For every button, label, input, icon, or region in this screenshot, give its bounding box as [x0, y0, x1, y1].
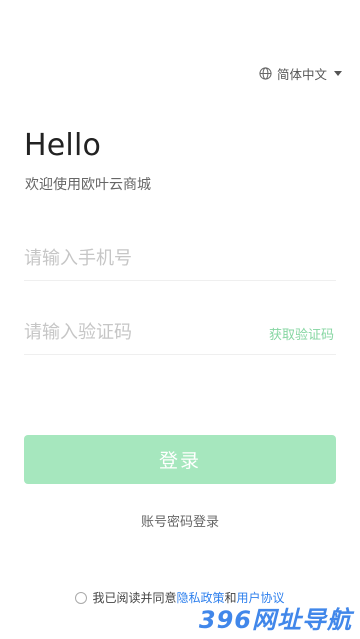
get-code-button[interactable]: 获取验证码: [269, 324, 334, 343]
globe-icon: [259, 67, 272, 80]
code-input[interactable]: [24, 310, 244, 354]
language-label: 简体中文: [276, 67, 327, 82]
caret-down-icon: [334, 71, 342, 76]
login-button[interactable]: 登录: [24, 435, 336, 484]
page-title: Hello: [24, 128, 102, 163]
language-switcher[interactable]: 简体中文: [259, 64, 342, 83]
agree-radio[interactable]: [75, 591, 88, 604]
agreement-prefix: 我已阅读并同意: [92, 591, 177, 605]
welcome-subtitle: 欢迎使用欧叶云商城: [25, 177, 151, 193]
phone-input[interactable]: [24, 236, 244, 280]
watermark-logo: 396网址导航: [198, 606, 352, 634]
phone-field: [24, 236, 336, 281]
password-login-link[interactable]: 账号密码登录: [0, 511, 360, 530]
code-field: 获取验证码: [24, 310, 336, 355]
